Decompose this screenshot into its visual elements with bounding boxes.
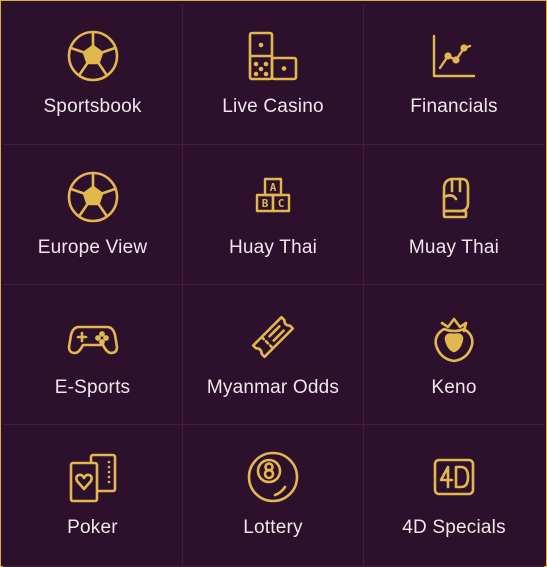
- menu-item-keno[interactable]: Keno: [364, 285, 544, 425]
- game-menu-grid: Sportsbook Live Casino Financials Europe…: [3, 4, 544, 567]
- menu-item-label: Europe View: [37, 237, 148, 258]
- menu-item-europe-view[interactable]: Europe View: [3, 145, 183, 285]
- 4d-badge-icon: [426, 449, 482, 505]
- menu-item-label: 4D Specials: [402, 517, 506, 538]
- menu-item-label: Poker: [67, 517, 118, 538]
- menu-item-huay-thai[interactable]: A B C Huay Thai: [183, 145, 364, 285]
- strawberry-icon: [426, 309, 482, 365]
- eight-ball-icon: [245, 449, 301, 505]
- boxing-glove-icon: [426, 169, 482, 225]
- svg-text:B: B: [262, 197, 269, 210]
- soccer-ball-icon: [65, 169, 121, 225]
- menu-item-financials[interactable]: Financials: [364, 4, 544, 145]
- menu-item-poker[interactable]: Poker: [3, 425, 183, 567]
- menu-item-myanmar-odds[interactable]: Myanmar Odds: [183, 285, 364, 425]
- menu-item-e-sports[interactable]: E-Sports: [3, 285, 183, 425]
- menu-item-lottery[interactable]: Lottery: [183, 425, 364, 567]
- menu-item-muay-thai[interactable]: Muay Thai: [364, 145, 544, 285]
- gamepad-icon: [65, 309, 121, 365]
- menu-item-sportsbook[interactable]: Sportsbook: [3, 4, 183, 145]
- svg-text:A: A: [270, 181, 277, 194]
- menu-item-label: Lottery: [243, 517, 303, 538]
- ticket-icon: [245, 309, 301, 365]
- menu-item-label: Myanmar Odds: [206, 377, 340, 398]
- line-chart-icon: [426, 28, 482, 84]
- menu-item-live-casino[interactable]: Live Casino: [183, 4, 364, 145]
- menu-item-label: Huay Thai: [228, 237, 318, 258]
- soccer-ball-icon: [65, 28, 121, 84]
- menu-item-label: E-Sports: [54, 377, 131, 398]
- abc-blocks-icon: A B C: [245, 169, 301, 225]
- menu-item-label: Keno: [431, 377, 477, 398]
- menu-item-label: Sportsbook: [43, 96, 142, 117]
- menu-item-label: Muay Thai: [408, 237, 500, 258]
- menu-item-label: Live Casino: [222, 96, 324, 117]
- domino-icon: [245, 28, 301, 84]
- svg-text:C: C: [278, 197, 285, 210]
- menu-item-label: Financials: [410, 96, 498, 117]
- menu-item-4d-specials[interactable]: 4D Specials: [364, 425, 544, 567]
- playing-cards-icon: [65, 449, 121, 505]
